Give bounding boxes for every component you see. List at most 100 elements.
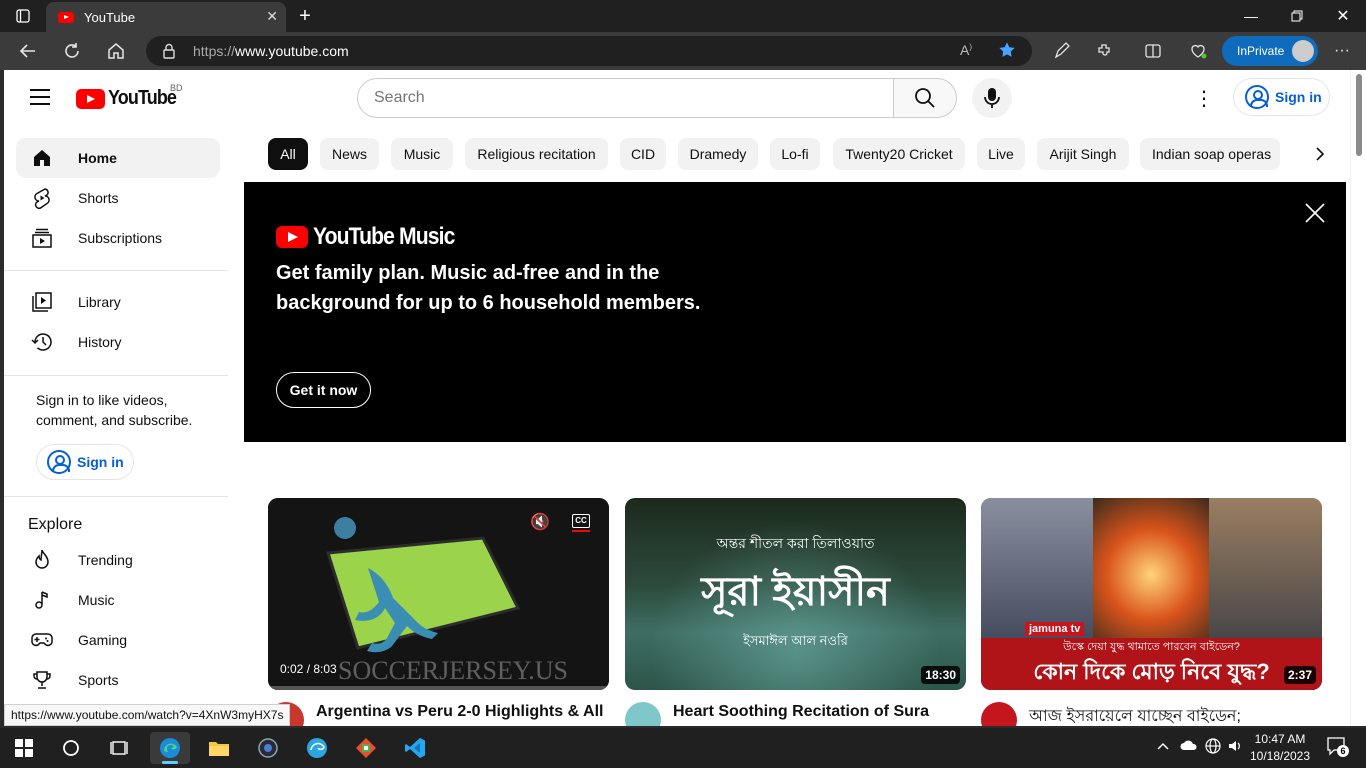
page-scrollbar[interactable] (1350, 70, 1366, 726)
video-duration: 18:30 (921, 666, 960, 684)
chip-news[interactable]: News (320, 138, 379, 170)
inprivate-button[interactable]: InPrivate (1222, 36, 1318, 66)
taskbar-clock[interactable]: 10:47 AM 10/18/2023 (1248, 731, 1312, 765)
chip-dramedy[interactable]: Dramedy (678, 138, 758, 170)
sidebar-item-subscriptions[interactable]: Subscriptions (16, 218, 220, 258)
more-options-icon[interactable]: ··· (1330, 39, 1354, 63)
split-screen-icon[interactable] (1141, 39, 1165, 63)
browser-tab-title: YouTube (84, 9, 136, 25)
chip-lofi[interactable]: Lo-fi (770, 138, 820, 170)
banner-close-icon[interactable] (1304, 202, 1326, 224)
chip-religious-recitation[interactable]: Religious recitation (465, 138, 608, 170)
refresh-icon[interactable] (60, 39, 84, 63)
shorts-icon (30, 186, 54, 210)
windows-taskbar: 10:47 AM 10/18/2023 6 (0, 728, 1366, 768)
get-it-now-button[interactable]: Get it now (276, 372, 371, 408)
start-windows-icon[interactable] (4, 732, 44, 764)
chip-live[interactable]: Live (977, 138, 1025, 170)
sidebar-item-music[interactable]: Music (16, 580, 220, 620)
vscode-icon[interactable] (395, 732, 435, 764)
captions-active-indicator (572, 530, 590, 532)
chip-all[interactable]: All (268, 138, 308, 170)
history-icon (30, 330, 54, 354)
sidebar-item-label: Trending (78, 552, 133, 568)
minimize-button[interactable]: — (1228, 0, 1274, 32)
favorite-star-icon[interactable] (998, 41, 1016, 64)
chip-music[interactable]: Music (391, 138, 453, 170)
scrollbar-thumb[interactable] (1356, 74, 1362, 156)
channel-avatar[interactable] (981, 702, 1017, 726)
overlay-headline: কোন দিকে মোড় নিবে যুদ্ধ? (981, 654, 1322, 690)
chip-arijit-singh[interactable]: Arijit Singh (1037, 138, 1129, 170)
sidebar-item-gaming[interactable]: Gaming (16, 620, 220, 660)
video-title[interactable]: Heart Soothing Recitation of Sura (673, 703, 929, 721)
sidebar-item-sports[interactable]: Sports (16, 660, 220, 700)
back-arrow-icon[interactable] (16, 39, 40, 63)
video-title[interactable]: আজ ইসরায়েলে যাচ্ছেন বাইডেন; (1029, 703, 1241, 726)
search-circle-icon[interactable] (51, 732, 91, 764)
sidebar-item-history[interactable]: History (16, 322, 220, 362)
trending-icon (30, 548, 54, 572)
extensions-icon[interactable] (1093, 39, 1117, 63)
home-browser-icon[interactable] (104, 39, 128, 63)
sidebar-item-label: Music (78, 592, 115, 608)
close-tab-icon[interactable]: ✕ (266, 8, 278, 25)
channel-avatar[interactable] (625, 702, 661, 726)
video-duration: 2:37 (1283, 666, 1316, 684)
link-status-url: https://www.youtube.com/watch?v=4XnW3myH… (4, 704, 291, 726)
network-globe-icon[interactable] (1205, 738, 1221, 757)
header-sign-in-button[interactable]: Sign in (1233, 78, 1330, 116)
sidebar-item-label: Shorts (78, 190, 119, 206)
progress-bar-track[interactable] (268, 686, 609, 690)
explore-heading: Explore (28, 516, 83, 533)
camera-app-icon[interactable] (248, 732, 288, 764)
edge-dev-icon[interactable] (297, 732, 337, 764)
lock-icon[interactable] (162, 43, 176, 64)
chip-cid[interactable]: CID (620, 138, 666, 170)
browser-essentials-icon[interactable] (1186, 39, 1210, 63)
promo-headline: Get family plan. Music ad-free and in th… (276, 262, 701, 314)
tray-chevron-up-icon[interactable] (1157, 738, 1169, 754)
read-aloud-icon[interactable]: A) (960, 42, 972, 58)
tab-actions-icon[interactable] (0, 0, 46, 32)
restore-button[interactable] (1274, 0, 1320, 32)
browser-tab-youtube[interactable]: YouTube ✕ (46, 2, 286, 32)
git-tool-icon[interactable] (346, 732, 386, 764)
chip-twenty20-cricket[interactable]: Twenty20 Cricket (833, 138, 965, 170)
header-sign-in-label: Sign in (1275, 89, 1322, 105)
video-thumbnail[interactable]: অন্তর শীতল করা তিলাওয়াত সূরা ইয়াসীন ইস… (625, 498, 966, 690)
edge-browser-icon[interactable] (150, 732, 190, 764)
profile-avatar-icon (1292, 40, 1314, 62)
url-text: https://www.youtube.com (193, 43, 349, 59)
settings-kebab-icon[interactable]: ⋮ (1192, 86, 1216, 110)
video-thumbnail[interactable]: 🔇 CC SOCCERJERSEY.US 0:02 / 8:03 (268, 498, 609, 690)
task-view-icon[interactable] (99, 732, 139, 764)
voice-search-button[interactable] (972, 78, 1012, 118)
youtube-favicon-icon (58, 11, 74, 23)
video-thumbnail[interactable]: jamuna tv উস্কে দেয়া যুদ্ধ থামাতে পারবে… (981, 498, 1322, 690)
close-window-button[interactable]: ✕ (1320, 0, 1366, 32)
search-input[interactable] (358, 79, 894, 117)
file-explorer-icon[interactable] (199, 732, 239, 764)
youtube-play-logo-icon (276, 226, 308, 248)
notification-center-icon[interactable]: 6 (1326, 736, 1349, 759)
sidebar-item-shorts[interactable]: Shorts (16, 178, 220, 218)
youtube-logo[interactable]: YouTube BD (76, 83, 184, 110)
sidebar-sign-in-button[interactable]: Sign in (36, 444, 134, 480)
sidebar-item-home[interactable]: Home (16, 138, 220, 178)
new-tab-button[interactable]: + (282, 0, 328, 32)
volume-speaker-icon[interactable] (1227, 738, 1243, 757)
closed-captions-icon[interactable]: CC (572, 514, 590, 528)
chip-indian-soap-operas[interactable]: Indian soap operas (1140, 138, 1280, 170)
subscriptions-icon (30, 226, 54, 250)
guide-menu-icon[interactable] (30, 89, 50, 105)
video-title[interactable]: Argentina vs Peru 2-0 Highlights & All (316, 703, 603, 721)
pen-extension-icon[interactable] (1050, 39, 1074, 63)
sidebar-item-trending[interactable]: Trending (16, 540, 220, 580)
muted-speaker-icon[interactable]: 🔇 (530, 512, 550, 532)
search-button[interactable] (893, 78, 957, 118)
onedrive-cloud-icon[interactable] (1180, 738, 1198, 754)
sidebar-item-library[interactable]: Library (16, 282, 220, 322)
chips-next-arrow-icon[interactable] (1304, 138, 1336, 170)
address-bar[interactable]: https://www.youtube.com A) (146, 36, 1032, 66)
